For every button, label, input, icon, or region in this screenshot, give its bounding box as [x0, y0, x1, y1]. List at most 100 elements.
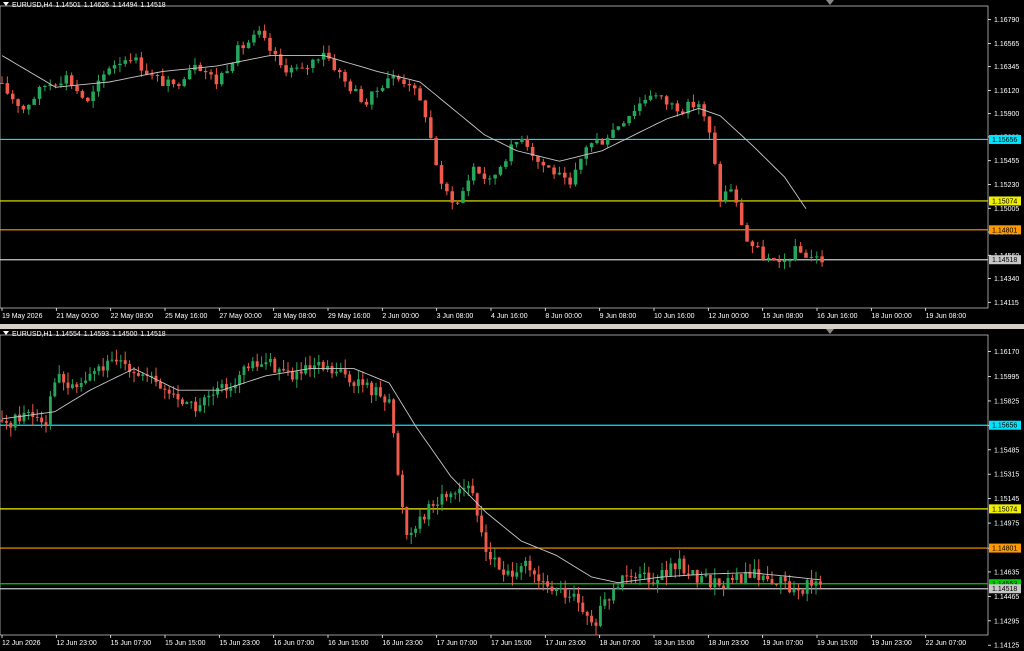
candle[interactable]	[187, 64, 192, 80]
candle[interactable]	[198, 398, 202, 413]
candle[interactable]	[180, 397, 184, 407]
candle[interactable]	[364, 98, 369, 107]
candle[interactable]	[167, 385, 171, 400]
candle[interactable]	[177, 82, 181, 90]
candle[interactable]	[5, 76, 10, 95]
candle[interactable]	[422, 513, 426, 524]
candle[interactable]	[332, 54, 337, 72]
candle[interactable]	[546, 575, 550, 593]
dropdown-triangle-icon[interactable]	[3, 2, 9, 6]
candle[interactable]	[541, 572, 545, 591]
candle[interactable]	[166, 76, 170, 92]
candle[interactable]	[405, 506, 409, 540]
candle[interactable]	[207, 390, 211, 407]
candle[interactable]	[632, 105, 637, 120]
dropdown-triangle-icon[interactable]	[3, 331, 9, 335]
candle[interactable]	[308, 355, 312, 377]
candle[interactable]	[774, 583, 778, 587]
candle[interactable]	[761, 239, 765, 262]
candle[interactable]	[85, 97, 90, 103]
candle[interactable]	[219, 71, 224, 87]
candle[interactable]	[312, 357, 316, 378]
candle[interactable]	[788, 575, 792, 594]
candle[interactable]	[559, 580, 563, 594]
candle[interactable]	[805, 577, 809, 602]
candle[interactable]	[783, 571, 787, 590]
candle[interactable]	[230, 62, 235, 73]
candle[interactable]	[139, 51, 144, 77]
candle[interactable]	[772, 257, 776, 261]
candle[interactable]	[670, 102, 674, 110]
candle[interactable]	[370, 91, 374, 110]
candle[interactable]	[814, 571, 818, 595]
candle[interactable]	[375, 87, 379, 98]
candle[interactable]	[713, 126, 717, 166]
candle[interactable]	[337, 68, 342, 79]
chart-panel-h1[interactable]: 1.161701.159951.158251.156551.154851.153…	[0, 329, 1024, 651]
candle[interactable]	[383, 394, 387, 411]
candle[interactable]	[262, 24, 267, 41]
candle[interactable]	[84, 371, 88, 385]
candle[interactable]	[317, 354, 321, 374]
candle[interactable]	[793, 238, 798, 262]
candle[interactable]	[289, 65, 294, 78]
shift-marker-icon[interactable]	[826, 329, 834, 334]
candle[interactable]	[155, 73, 160, 82]
candle[interactable]	[400, 470, 404, 514]
candle[interactable]	[524, 557, 528, 574]
candle[interactable]	[686, 564, 690, 580]
candle[interactable]	[708, 574, 712, 590]
candle[interactable]	[412, 82, 417, 95]
candle[interactable]	[361, 371, 365, 393]
candle[interactable]	[621, 121, 626, 127]
candle[interactable]	[370, 381, 374, 404]
candle[interactable]	[334, 362, 338, 377]
candle[interactable]	[378, 380, 382, 398]
candle[interactable]	[260, 356, 264, 368]
candle[interactable]	[461, 187, 465, 204]
candle[interactable]	[777, 255, 781, 269]
candle[interactable]	[450, 186, 455, 210]
candle[interactable]	[387, 393, 391, 404]
candle[interactable]	[638, 97, 642, 116]
candle[interactable]	[475, 492, 479, 523]
candle[interactable]	[444, 491, 448, 502]
candle[interactable]	[541, 158, 546, 173]
candle[interactable]	[603, 592, 607, 609]
candle[interactable]	[295, 362, 299, 388]
candle[interactable]	[643, 94, 647, 107]
candle[interactable]	[278, 48, 283, 69]
candle[interactable]	[552, 164, 556, 179]
candle[interactable]	[801, 588, 805, 597]
candle[interactable]	[598, 596, 602, 628]
candle[interactable]	[396, 74, 401, 82]
candle[interactable]	[471, 163, 476, 185]
candle[interactable]	[96, 74, 101, 97]
candle[interactable]	[798, 241, 803, 254]
candle[interactable]	[691, 94, 696, 111]
candle[interactable]	[504, 158, 508, 170]
candle[interactable]	[128, 360, 132, 378]
candle[interactable]	[359, 85, 363, 104]
candle[interactable]	[700, 571, 704, 583]
candle[interactable]	[225, 64, 229, 74]
candle[interactable]	[273, 356, 277, 373]
candle[interactable]	[695, 569, 699, 588]
candle[interactable]	[820, 250, 824, 267]
candle[interactable]	[327, 45, 331, 62]
candle[interactable]	[594, 618, 598, 636]
candle[interactable]	[770, 571, 774, 585]
candle[interactable]	[589, 142, 594, 152]
candle[interactable]	[356, 370, 360, 394]
candle[interactable]	[638, 566, 642, 585]
candle[interactable]	[502, 561, 506, 582]
candle[interactable]	[255, 353, 259, 371]
candle[interactable]	[304, 357, 308, 376]
candle[interactable]	[519, 562, 523, 581]
candle[interactable]	[43, 84, 47, 92]
candle[interactable]	[654, 92, 658, 99]
candle[interactable]	[163, 384, 167, 399]
candle[interactable]	[487, 175, 492, 185]
candle[interactable]	[348, 370, 352, 387]
candle[interactable]	[702, 101, 706, 122]
